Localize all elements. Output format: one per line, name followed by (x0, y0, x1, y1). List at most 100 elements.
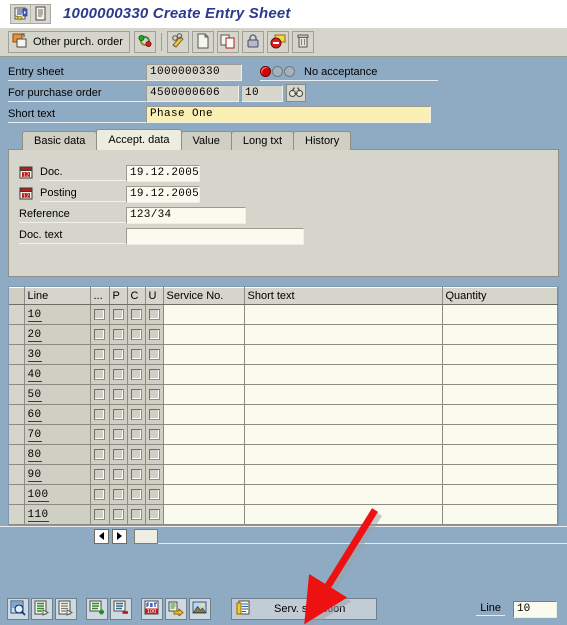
cell-u[interactable] (145, 324, 164, 345)
cell-c[interactable] (127, 324, 146, 345)
cell-p[interactable] (109, 484, 128, 505)
checkbox-u[interactable] (148, 429, 160, 441)
cell-u[interactable] (145, 504, 164, 525)
posting-date-input[interactable]: 19.12.2005 (126, 185, 200, 203)
line-number-link[interactable]: 40 (27, 368, 42, 382)
delete-row-button[interactable] (110, 598, 132, 620)
column-header-quantity[interactable]: Quantity (442, 287, 558, 305)
cell-svc[interactable] (163, 364, 245, 385)
table-row[interactable]: 60 (9, 404, 558, 425)
cell-u[interactable] (145, 304, 164, 325)
checkbox-dots[interactable] (94, 369, 105, 381)
checkbox-u[interactable] (148, 329, 160, 341)
checkbox-p[interactable] (112, 309, 124, 321)
cell-line[interactable]: 60 (24, 404, 91, 425)
cell-line[interactable]: 90 (24, 464, 91, 485)
cell-p[interactable] (109, 324, 128, 345)
line-number-link[interactable]: 90 (27, 468, 42, 482)
table-row[interactable]: 80 (9, 444, 558, 465)
checkbox-c[interactable] (130, 369, 142, 381)
tab-history[interactable]: History (293, 131, 352, 150)
table-row[interactable]: 40 (9, 364, 558, 385)
cell-qty[interactable] (442, 424, 558, 445)
checkbox-dots[interactable] (94, 349, 105, 361)
add-row-button[interactable] (86, 598, 108, 620)
checkbox-c[interactable] (130, 429, 142, 441)
checkbox-dots[interactable] (94, 429, 105, 441)
cell-line[interactable]: 40 (24, 364, 91, 385)
cell-svc[interactable] (163, 404, 245, 425)
doc-date-input[interactable]: 19.12.2005 (126, 164, 200, 182)
checkbox-dots[interactable] (94, 309, 105, 321)
cell-dots[interactable] (90, 344, 110, 365)
cell-line[interactable]: 80 (24, 444, 91, 465)
line-number-link[interactable]: 110 (27, 508, 49, 522)
cell-dots[interactable] (90, 364, 110, 385)
checkbox-p[interactable] (112, 349, 124, 361)
cell-u[interactable] (145, 444, 164, 465)
checkbox-p[interactable] (112, 449, 124, 461)
cell-qty[interactable] (442, 384, 558, 405)
checkbox-u[interactable] (148, 349, 160, 361)
cell-svc[interactable] (163, 504, 245, 525)
line-number-link[interactable]: 30 (27, 348, 42, 362)
cell-c[interactable] (127, 404, 146, 425)
change-display-button[interactable] (166, 31, 189, 53)
row-select-cell[interactable] (9, 504, 25, 525)
checkbox-p[interactable] (112, 369, 124, 381)
cell-line[interactable]: 100 (24, 484, 91, 505)
column-header-dots[interactable]: ... (90, 287, 110, 305)
line-number-link[interactable]: 80 (27, 448, 42, 462)
cell-qty[interactable] (442, 324, 558, 345)
checkbox-u[interactable] (148, 369, 160, 381)
checkbox-u[interactable] (148, 509, 160, 521)
cell-short[interactable] (244, 484, 443, 505)
row-select-cell[interactable] (9, 464, 25, 485)
checkbox-p[interactable] (112, 509, 124, 521)
row-select-cell[interactable] (9, 384, 25, 405)
refresh-status-button[interactable] (133, 31, 156, 53)
checkbox-dots[interactable] (94, 329, 105, 341)
cell-short[interactable] (244, 464, 443, 485)
checkbox-p[interactable] (112, 389, 124, 401)
purchase-order-item-input[interactable]: 10 (241, 84, 283, 102)
table-row[interactable]: 50 (9, 384, 558, 405)
other-purch-order-button[interactable]: Other purch. order (8, 31, 130, 53)
cell-dots[interactable] (90, 444, 110, 465)
cell-qty[interactable] (442, 404, 558, 425)
cell-u[interactable] (145, 424, 164, 445)
cell-dots[interactable] (90, 304, 110, 325)
column-header-p[interactable]: P (109, 287, 128, 305)
cell-p[interactable] (109, 464, 128, 485)
checkbox-c[interactable] (130, 349, 142, 361)
price-total-button[interactable]: 100 (141, 598, 163, 620)
delete-button[interactable] (291, 31, 314, 53)
cell-dots[interactable] (90, 504, 110, 525)
cell-p[interactable] (109, 444, 128, 465)
checkbox-u[interactable] (148, 469, 160, 481)
cell-u[interactable] (145, 344, 164, 365)
cell-svc[interactable] (163, 444, 245, 465)
checkbox-dots[interactable] (94, 409, 105, 421)
checkbox-c[interactable] (130, 309, 142, 321)
table-row[interactable]: 110 (9, 504, 558, 525)
checkbox-c[interactable] (130, 329, 142, 341)
cell-p[interactable] (109, 344, 128, 365)
tab-accept-data[interactable]: Accept. data (96, 129, 182, 150)
cell-line[interactable]: 20 (24, 324, 91, 345)
cell-short[interactable] (244, 444, 443, 465)
checkbox-u[interactable] (148, 409, 160, 421)
row-select-cell[interactable] (9, 484, 25, 505)
insert-line-button[interactable] (31, 598, 53, 620)
line-number-link[interactable]: 70 (27, 428, 42, 442)
row-select-cell[interactable] (9, 304, 25, 325)
column-header-u[interactable]: U (145, 287, 164, 305)
cell-line[interactable]: 70 (24, 424, 91, 445)
checkbox-u[interactable] (148, 389, 160, 401)
cell-dots[interactable] (90, 464, 110, 485)
cell-qty[interactable] (442, 504, 558, 525)
doc-text-input[interactable] (126, 227, 304, 245)
cell-c[interactable] (127, 484, 146, 505)
table-row[interactable]: 70 (9, 424, 558, 445)
cell-p[interactable] (109, 404, 128, 425)
